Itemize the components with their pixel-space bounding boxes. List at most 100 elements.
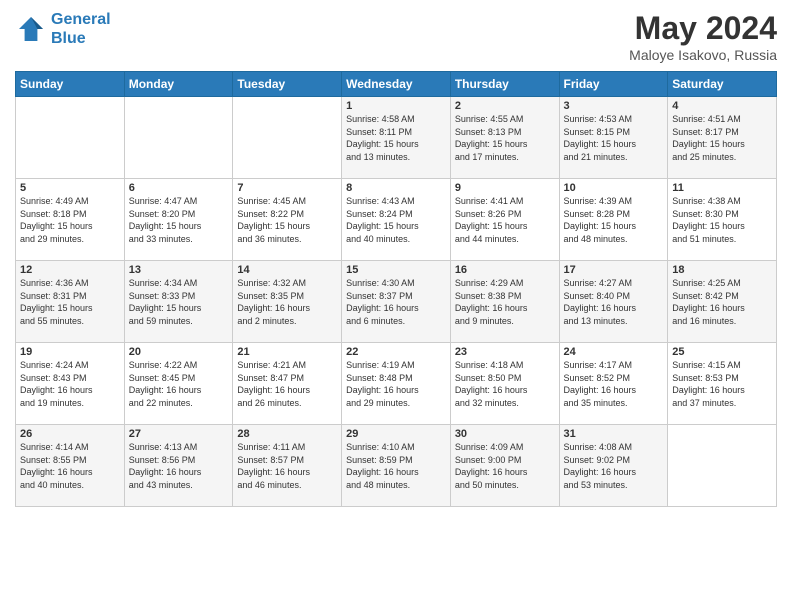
day-info: Sunrise: 4:09 AM Sunset: 9:00 PM Dayligh… [455,441,555,491]
day-cell: 8Sunrise: 4:43 AM Sunset: 8:24 PM Daylig… [342,179,451,261]
day-number: 3 [564,100,664,112]
day-info: Sunrise: 4:32 AM Sunset: 8:35 PM Dayligh… [237,277,337,327]
logo-icon [15,13,47,45]
day-cell: 1Sunrise: 4:58 AM Sunset: 8:11 PM Daylig… [342,97,451,179]
day-info: Sunrise: 4:10 AM Sunset: 8:59 PM Dayligh… [346,441,446,491]
day-info: Sunrise: 4:45 AM Sunset: 8:22 PM Dayligh… [237,195,337,245]
day-number: 11 [672,182,772,194]
day-info: Sunrise: 4:27 AM Sunset: 8:40 PM Dayligh… [564,277,664,327]
day-cell: 14Sunrise: 4:32 AM Sunset: 8:35 PM Dayli… [233,261,342,343]
day-info: Sunrise: 4:29 AM Sunset: 8:38 PM Dayligh… [455,277,555,327]
day-cell: 3Sunrise: 4:53 AM Sunset: 8:15 PM Daylig… [559,97,668,179]
day-number: 26 [20,428,120,440]
day-cell: 10Sunrise: 4:39 AM Sunset: 8:28 PM Dayli… [559,179,668,261]
week-row-1: 1Sunrise: 4:58 AM Sunset: 8:11 PM Daylig… [16,97,777,179]
day-info: Sunrise: 4:49 AM Sunset: 8:18 PM Dayligh… [20,195,120,245]
week-row-3: 12Sunrise: 4:36 AM Sunset: 8:31 PM Dayli… [16,261,777,343]
calendar-subtitle: Maloye Isakovo, Russia [629,47,777,63]
day-cell: 21Sunrise: 4:21 AM Sunset: 8:47 PM Dayli… [233,343,342,425]
day-cell: 17Sunrise: 4:27 AM Sunset: 8:40 PM Dayli… [559,261,668,343]
day-number: 2 [455,100,555,112]
day-info: Sunrise: 4:53 AM Sunset: 8:15 PM Dayligh… [564,113,664,163]
day-info: Sunrise: 4:15 AM Sunset: 8:53 PM Dayligh… [672,359,772,409]
day-number: 4 [672,100,772,112]
day-number: 28 [237,428,337,440]
day-number: 6 [129,182,229,194]
header-row: SundayMondayTuesdayWednesdayThursdayFrid… [16,72,777,97]
day-number: 9 [455,182,555,194]
day-number: 24 [564,346,664,358]
day-number: 19 [20,346,120,358]
day-info: Sunrise: 4:14 AM Sunset: 8:55 PM Dayligh… [20,441,120,491]
day-cell: 28Sunrise: 4:11 AM Sunset: 8:57 PM Dayli… [233,425,342,507]
day-number: 27 [129,428,229,440]
day-number: 18 [672,264,772,276]
day-cell: 4Sunrise: 4:51 AM Sunset: 8:17 PM Daylig… [668,97,777,179]
logo: General Blue [15,10,111,48]
day-info: Sunrise: 4:38 AM Sunset: 8:30 PM Dayligh… [672,195,772,245]
calendar-table: SundayMondayTuesdayWednesdayThursdayFrid… [15,71,777,507]
day-info: Sunrise: 4:36 AM Sunset: 8:31 PM Dayligh… [20,277,120,327]
day-cell: 15Sunrise: 4:30 AM Sunset: 8:37 PM Dayli… [342,261,451,343]
day-number: 31 [564,428,664,440]
day-info: Sunrise: 4:39 AM Sunset: 8:28 PM Dayligh… [564,195,664,245]
day-cell: 30Sunrise: 4:09 AM Sunset: 9:00 PM Dayli… [450,425,559,507]
day-cell: 2Sunrise: 4:55 AM Sunset: 8:13 PM Daylig… [450,97,559,179]
day-cell: 25Sunrise: 4:15 AM Sunset: 8:53 PM Dayli… [668,343,777,425]
day-cell: 13Sunrise: 4:34 AM Sunset: 8:33 PM Dayli… [124,261,233,343]
week-row-5: 26Sunrise: 4:14 AM Sunset: 8:55 PM Dayli… [16,425,777,507]
day-cell: 29Sunrise: 4:10 AM Sunset: 8:59 PM Dayli… [342,425,451,507]
week-row-4: 19Sunrise: 4:24 AM Sunset: 8:43 PM Dayli… [16,343,777,425]
day-info: Sunrise: 4:24 AM Sunset: 8:43 PM Dayligh… [20,359,120,409]
day-info: Sunrise: 4:19 AM Sunset: 8:48 PM Dayligh… [346,359,446,409]
day-cell [233,97,342,179]
col-header-tuesday: Tuesday [233,72,342,97]
day-cell: 18Sunrise: 4:25 AM Sunset: 8:42 PM Dayli… [668,261,777,343]
logo-line1: General [51,11,111,28]
day-info: Sunrise: 4:58 AM Sunset: 8:11 PM Dayligh… [346,113,446,163]
col-header-monday: Monday [124,72,233,97]
day-cell: 23Sunrise: 4:18 AM Sunset: 8:50 PM Dayli… [450,343,559,425]
day-info: Sunrise: 4:08 AM Sunset: 9:02 PM Dayligh… [564,441,664,491]
day-cell: 26Sunrise: 4:14 AM Sunset: 8:55 PM Dayli… [16,425,125,507]
day-cell: 19Sunrise: 4:24 AM Sunset: 8:43 PM Dayli… [16,343,125,425]
day-cell: 31Sunrise: 4:08 AM Sunset: 9:02 PM Dayli… [559,425,668,507]
col-header-friday: Friday [559,72,668,97]
day-info: Sunrise: 4:51 AM Sunset: 8:17 PM Dayligh… [672,113,772,163]
day-number: 1 [346,100,446,112]
day-cell: 16Sunrise: 4:29 AM Sunset: 8:38 PM Dayli… [450,261,559,343]
day-number: 20 [129,346,229,358]
day-cell: 6Sunrise: 4:47 AM Sunset: 8:20 PM Daylig… [124,179,233,261]
title-block: May 2024 Maloye Isakovo, Russia [629,10,777,63]
col-header-sunday: Sunday [16,72,125,97]
day-cell: 7Sunrise: 4:45 AM Sunset: 8:22 PM Daylig… [233,179,342,261]
day-number: 16 [455,264,555,276]
day-info: Sunrise: 4:22 AM Sunset: 8:45 PM Dayligh… [129,359,229,409]
day-info: Sunrise: 4:30 AM Sunset: 8:37 PM Dayligh… [346,277,446,327]
day-info: Sunrise: 4:11 AM Sunset: 8:57 PM Dayligh… [237,441,337,491]
day-number: 8 [346,182,446,194]
day-number: 5 [20,182,120,194]
day-number: 25 [672,346,772,358]
day-info: Sunrise: 4:21 AM Sunset: 8:47 PM Dayligh… [237,359,337,409]
day-number: 14 [237,264,337,276]
day-cell: 20Sunrise: 4:22 AM Sunset: 8:45 PM Dayli… [124,343,233,425]
day-cell: 9Sunrise: 4:41 AM Sunset: 8:26 PM Daylig… [450,179,559,261]
day-cell: 22Sunrise: 4:19 AM Sunset: 8:48 PM Dayli… [342,343,451,425]
day-number: 10 [564,182,664,194]
day-number: 17 [564,264,664,276]
day-number: 22 [346,346,446,358]
day-info: Sunrise: 4:13 AM Sunset: 8:56 PM Dayligh… [129,441,229,491]
logo-line2: Blue [51,30,86,47]
day-info: Sunrise: 4:17 AM Sunset: 8:52 PM Dayligh… [564,359,664,409]
col-header-wednesday: Wednesday [342,72,451,97]
day-cell: 11Sunrise: 4:38 AM Sunset: 8:30 PM Dayli… [668,179,777,261]
day-info: Sunrise: 4:43 AM Sunset: 8:24 PM Dayligh… [346,195,446,245]
page: General Blue May 2024 Maloye Isakovo, Ru… [0,0,792,612]
day-cell [124,97,233,179]
day-number: 29 [346,428,446,440]
day-number: 7 [237,182,337,194]
day-number: 30 [455,428,555,440]
day-cell: 24Sunrise: 4:17 AM Sunset: 8:52 PM Dayli… [559,343,668,425]
day-number: 12 [20,264,120,276]
